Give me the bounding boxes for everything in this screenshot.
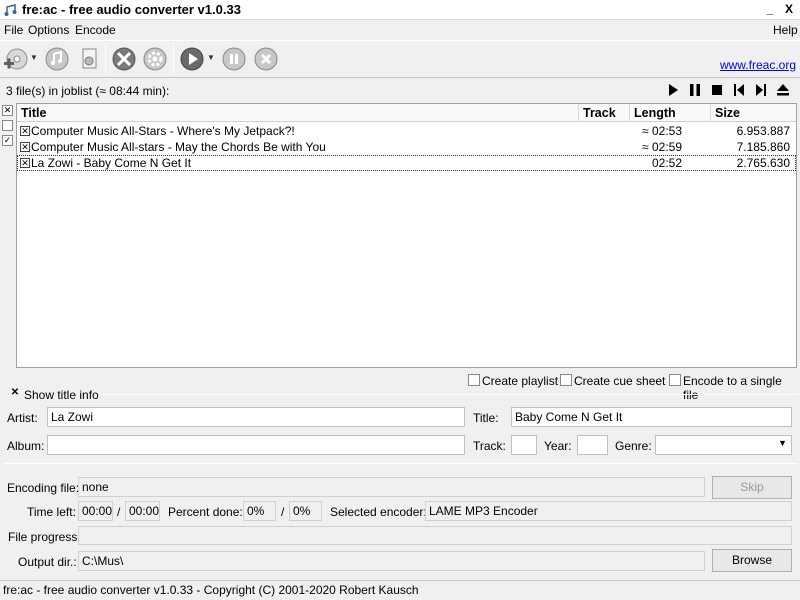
create-playlist-label: Create playlist [482, 374, 559, 388]
genre-select[interactable] [655, 435, 792, 455]
joblist-header: Title Track Length Size [17, 104, 796, 122]
status-bar: fre:ac - free audio converter v1.0.33 - … [0, 580, 800, 600]
previous-track-icon[interactable] [732, 83, 746, 97]
next-track-icon[interactable] [754, 83, 768, 97]
title-label: Title: [473, 411, 499, 425]
encode-single-file-label: Encode to a single file [683, 374, 782, 402]
column-length[interactable]: Length [630, 104, 711, 122]
play-encode-icon[interactable] [179, 46, 205, 72]
row-length: 02:52 [651, 156, 682, 170]
file-progress-bar [78, 526, 792, 545]
window-title: fre:ac - free audio converter v1.0.33 [22, 2, 241, 17]
play-icon[interactable] [666, 83, 680, 97]
eject-icon[interactable] [776, 83, 790, 97]
time-separator: / [117, 505, 121, 519]
year-label: Year: [544, 439, 572, 453]
create-cue-sheet-checkbox[interactable] [560, 374, 572, 386]
close-button[interactable]: X [781, 1, 797, 17]
remove-file-icon[interactable] [76, 46, 102, 72]
row-size: 6.953.887 [736, 124, 790, 138]
create-playlist-checkbox[interactable] [468, 374, 480, 386]
show-title-info-label: Show title info [24, 388, 99, 402]
column-track[interactable]: Track [579, 104, 630, 122]
column-size[interactable]: Size [711, 104, 796, 122]
section-separator [4, 463, 798, 464]
stop-icon[interactable] [710, 83, 724, 97]
table-row[interactable]: ✕ Computer Music All-stars - May the Cho… [17, 139, 796, 155]
title-bar: fre:ac - free audio converter v1.0.33 _ … [0, 0, 800, 20]
percent-total-field: 0% [289, 501, 322, 521]
table-row[interactable]: ✕ Computer Music All-Stars - Where's My … [17, 123, 796, 139]
select-none-checkbox[interactable] [2, 120, 13, 131]
browse-button[interactable]: Browse [712, 549, 792, 572]
pause-player-icon[interactable] [688, 83, 702, 97]
settings-gear-icon[interactable] [142, 46, 168, 72]
select-all-checkbox[interactable]: ✕ [2, 105, 13, 116]
menu-options[interactable]: Options [28, 23, 69, 37]
menu-bar: File Options Encode Help [0, 21, 800, 40]
row-length: ≈ 02:59 [642, 140, 682, 154]
row-length: ≈ 02:53 [642, 124, 682, 138]
menu-encode[interactable]: Encode [75, 23, 116, 37]
joblist-info: 3 file(s) in joblist (≈ 08:44 min): [6, 84, 170, 98]
encode-single-file-checkbox[interactable] [669, 374, 681, 386]
album-label: Album: [7, 439, 45, 453]
toggle-selection-checkbox[interactable]: ✓ [2, 135, 13, 146]
stop-cancel-icon[interactable] [253, 46, 279, 72]
menu-file[interactable]: File [4, 23, 23, 37]
row-title: La Zowi - Baby Come N Get It [31, 156, 192, 170]
track-field[interactable] [511, 435, 537, 455]
toolbar: ▼ ▼ www.freac.org [0, 40, 800, 78]
row-checkbox[interactable]: ✕ [20, 142, 30, 152]
website-link[interactable]: www.freac.org [720, 58, 796, 72]
create-cue-sheet-label: Create cue sheet [574, 374, 666, 388]
row-checkbox[interactable]: ✕ [20, 158, 30, 168]
row-size: 7.185.860 [736, 140, 790, 154]
pause-icon[interactable] [221, 46, 247, 72]
cd-music-icon[interactable] [44, 46, 70, 72]
app-icon [4, 4, 17, 16]
group-separator [95, 394, 798, 395]
add-files-icon[interactable] [3, 46, 29, 72]
artist-field[interactable]: La Zowi [47, 407, 465, 427]
track-label: Track: [473, 439, 506, 453]
encoding-file-field: none [78, 477, 705, 497]
row-size: 2.765.630 [736, 156, 790, 170]
table-row[interactable]: ✕ La Zowi - Baby Come N Get It 02:52 2.7… [17, 155, 796, 171]
percent-separator: / [281, 505, 285, 519]
time-left-field: 00:00 [78, 501, 113, 521]
year-field[interactable] [577, 435, 608, 455]
output-dir-field[interactable]: C:\Mus\ [78, 551, 705, 571]
minimize-button[interactable]: _ [762, 1, 778, 17]
title-field[interactable]: Baby Come N Get It [511, 407, 792, 427]
skip-button[interactable]: Skip [712, 476, 792, 499]
file-progress-label: File progress: [8, 530, 81, 544]
row-title: Computer Music All-stars - May the Chord… [31, 140, 326, 154]
toolbar-separator [105, 45, 106, 73]
encode-dropdown-icon[interactable]: ▼ [207, 53, 215, 62]
genre-label: Genre: [615, 439, 652, 453]
artist-label: Artist: [7, 411, 38, 425]
joblist[interactable]: Title Track Length Size ✕ Computer Music… [16, 103, 797, 368]
row-checkbox[interactable]: ✕ [20, 126, 30, 136]
selected-encoder-label: Selected encoder: [330, 505, 427, 519]
column-title[interactable]: Title [17, 104, 579, 122]
time-left-label: Time left: [27, 505, 76, 519]
row-title: Computer Music All-Stars - Where's My Je… [31, 124, 295, 138]
toolbar-separator [173, 45, 174, 73]
percent-done-field: 0% [243, 501, 276, 521]
genre-dropdown-icon[interactable]: ▼ [778, 438, 787, 448]
show-title-info-checkbox[interactable]: ✕ [9, 388, 21, 400]
time-total-field: 00:00 [125, 501, 160, 521]
percent-done-label: Percent done: [168, 505, 243, 519]
add-dropdown-icon[interactable]: ▼ [30, 53, 38, 62]
menu-help[interactable]: Help [773, 23, 798, 37]
selected-encoder-field[interactable]: LAME MP3 Encoder [425, 501, 792, 521]
output-dir-label: Output dir.: [18, 555, 77, 569]
encoding-file-label: Encoding file: [7, 481, 80, 495]
album-field[interactable] [47, 435, 465, 455]
tools-icon[interactable] [111, 46, 137, 72]
